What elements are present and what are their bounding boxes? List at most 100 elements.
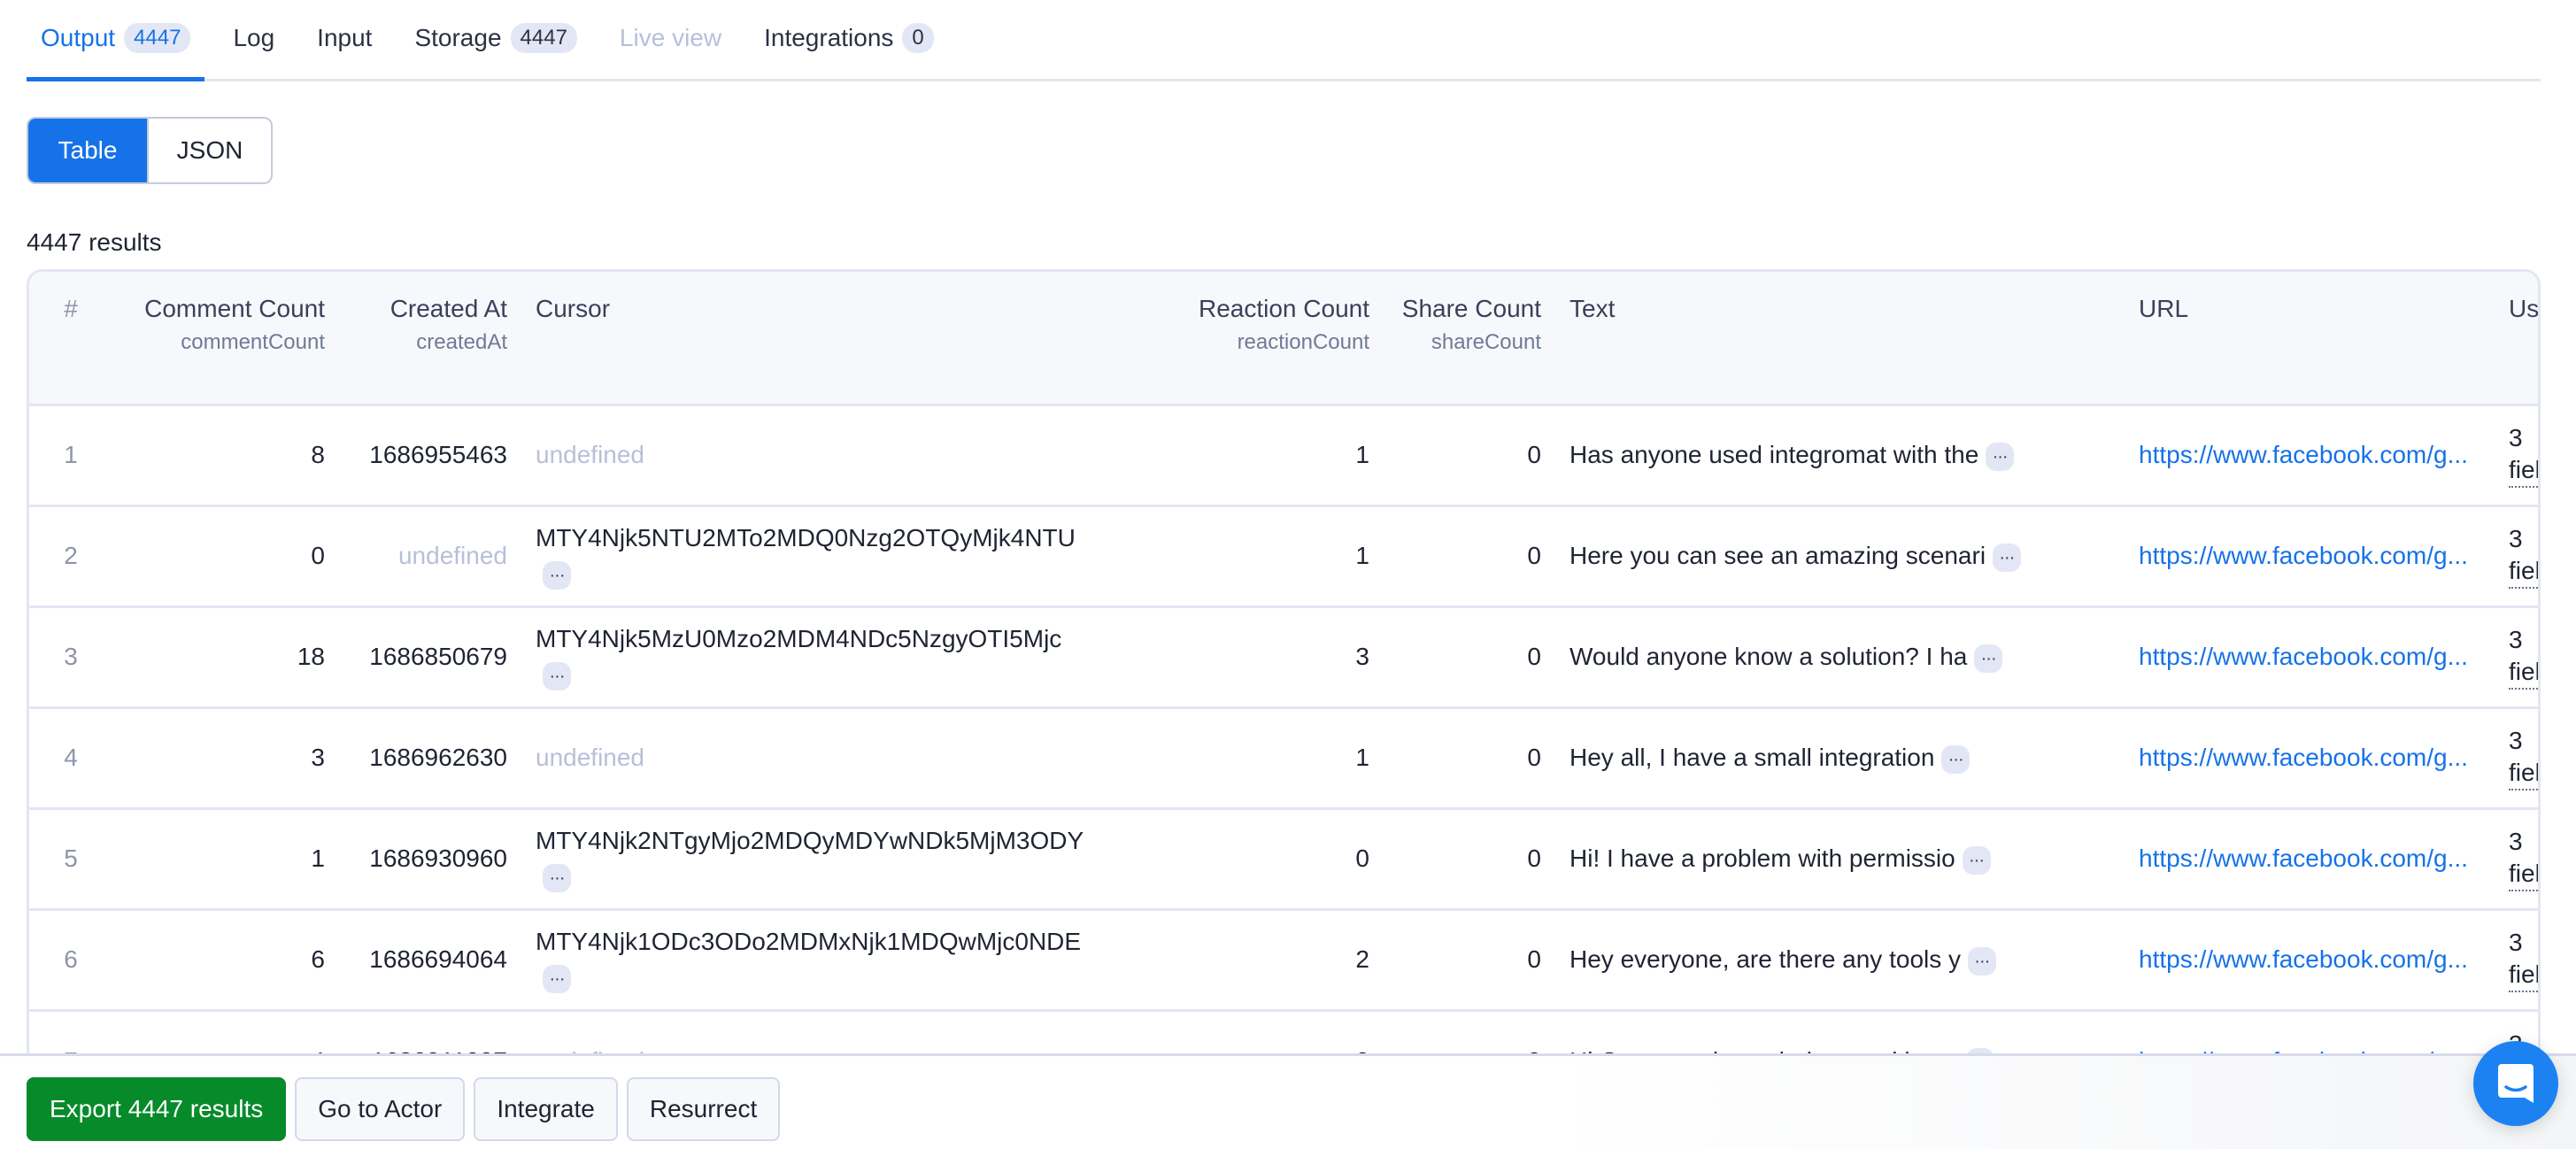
user-fields-toggle[interactable]: 3 fields bbox=[2509, 826, 2541, 891]
reaction-count-value: 3 bbox=[1355, 643, 1369, 670]
tab-badge: 4447 bbox=[124, 23, 191, 53]
column-header-text[interactable]: Text bbox=[1555, 272, 2125, 405]
url-cell: https://www.facebook.com/g... bbox=[2125, 505, 2509, 606]
user-field-count: 3 bbox=[2509, 525, 2523, 552]
comment-count-value: 1 bbox=[311, 844, 325, 872]
column-header-share-count[interactable]: Share Count shareCount bbox=[1384, 272, 1555, 405]
comment-count-cell: 3 bbox=[112, 707, 339, 808]
expand-more-button[interactable]: ··· bbox=[543, 964, 571, 993]
table-row[interactable]: 6 6 1686694064 MTY4Njk1ODc3ODo2MDMxNjk1M… bbox=[29, 909, 2541, 1010]
expand-more-button[interactable]: ··· bbox=[1941, 744, 1971, 774]
row-index-cell: 3 bbox=[29, 606, 112, 707]
user-fields-toggle[interactable]: 3 fields bbox=[2509, 422, 2538, 488]
tab-output[interactable]: Output 4447 bbox=[27, 0, 205, 81]
user-cell: 3 fields bbox=[2509, 707, 2538, 808]
column-label: URL bbox=[2139, 295, 2189, 322]
view-toggle: Table JSON bbox=[27, 117, 273, 184]
url-cell: https://www.facebook.com/g... bbox=[2125, 707, 2509, 808]
tab-label: Live view bbox=[619, 24, 722, 51]
row-index: 3 bbox=[64, 643, 78, 670]
user-fields-toggle[interactable]: 3 fields bbox=[2509, 927, 2541, 992]
comment-count-cell: 0 bbox=[112, 505, 339, 606]
reaction-count-cell: 3 bbox=[1159, 606, 1384, 707]
tab-label: Storage bbox=[414, 24, 502, 51]
comment-count-value: 6 bbox=[311, 945, 325, 973]
url-link[interactable]: https://www.facebook.com/g... bbox=[2139, 538, 2495, 574]
column-key: commentCount bbox=[181, 330, 325, 354]
user-cell: 3 fields bbox=[2509, 405, 2538, 505]
table-row[interactable]: 5 1 1686930960 MTY4Njk2NTgyMjo2MDQyMDYwN… bbox=[29, 808, 2541, 909]
user-fields-toggle[interactable]: 3 fields bbox=[2509, 523, 2538, 589]
user-field-label: fields bbox=[2509, 960, 2541, 988]
cursor-value: MTY4Njk1ODc3ODo2MDMxNjk1MDQwMjc0NDE bbox=[536, 928, 1082, 955]
tab-badge: 0 bbox=[902, 23, 934, 53]
column-label: Share Count bbox=[1401, 295, 1541, 322]
table-view-button[interactable]: Table bbox=[28, 119, 147, 182]
created-at-value: 1686694064 bbox=[369, 945, 507, 973]
text-cell: Here you can see an amazing scenari ··· bbox=[1555, 505, 2125, 606]
user-field-count: 3 bbox=[2509, 626, 2523, 653]
expand-more-button[interactable]: ··· bbox=[1967, 946, 1996, 975]
column-header-reaction-count[interactable]: Reaction Count reactionCount bbox=[1159, 272, 1384, 405]
user-fields-toggle[interactable]: 3 fields bbox=[2509, 725, 2538, 790]
user-field-label: fields bbox=[2509, 658, 2541, 685]
column-label: Cursor bbox=[536, 295, 611, 322]
column-header-url[interactable]: URL bbox=[2125, 272, 2509, 405]
reaction-count-cell: 1 bbox=[1159, 707, 1384, 808]
expand-more-button[interactable]: ··· bbox=[1962, 845, 1991, 875]
comment-count-cell: 8 bbox=[112, 405, 339, 505]
integrate-button[interactable]: Integrate bbox=[474, 1077, 618, 1141]
comment-count-value: 8 bbox=[311, 441, 325, 468]
user-fields-toggle[interactable]: 3 fields bbox=[2509, 624, 2541, 690]
text-cell: Would anyone know a solution? I ha ··· bbox=[1555, 606, 2125, 707]
chat-widget-button[interactable] bbox=[2473, 1041, 2558, 1126]
comment-count-cell: 18 bbox=[112, 606, 339, 707]
json-view-button[interactable]: JSON bbox=[147, 119, 271, 182]
row-index-cell: 5 bbox=[29, 808, 112, 909]
created-at-value: 1686962630 bbox=[369, 744, 507, 771]
expand-more-button[interactable]: ··· bbox=[543, 863, 571, 892]
share-count-value: 0 bbox=[1527, 542, 1541, 569]
cursor-cell: undefined bbox=[521, 405, 1159, 505]
reaction-count-value: 1 bbox=[1355, 744, 1369, 771]
expand-more-button[interactable]: ··· bbox=[1986, 442, 2015, 471]
tab-log[interactable]: Log bbox=[219, 0, 289, 79]
column-header-comment-count[interactable]: Comment Count commentCount bbox=[112, 272, 339, 405]
column-header-index[interactable]: # bbox=[29, 272, 112, 405]
url-link[interactable]: https://www.facebook.com/g... bbox=[2139, 942, 2495, 977]
tab-label: Output bbox=[41, 24, 116, 51]
user-field-label: fields bbox=[2509, 860, 2541, 887]
comment-count-value: 3 bbox=[311, 744, 325, 771]
expand-more-button[interactable]: ··· bbox=[1974, 644, 2003, 673]
text-value: Hey everyone, are there any tools y bbox=[1570, 945, 1962, 973]
column-header-user[interactable]: User bbox=[2509, 272, 2538, 405]
expand-more-button[interactable]: ··· bbox=[543, 661, 571, 690]
table-row[interactable]: 2 0 undefined MTY4Njk5NTU2MTo2MDQ0Nzg2OT… bbox=[29, 505, 2538, 606]
url-link[interactable]: https://www.facebook.com/g... bbox=[2139, 639, 2495, 675]
url-link[interactable]: https://www.facebook.com/g... bbox=[2139, 437, 2495, 473]
table-row[interactable]: 1 8 1686955463 undefined 1 0 Has anyone … bbox=[29, 405, 2538, 505]
table-row[interactable]: 4 3 1686962630 undefined 1 0 Hey all, I … bbox=[29, 707, 2538, 808]
url-link[interactable]: https://www.facebook.com/g... bbox=[2139, 740, 2495, 775]
expand-more-button[interactable]: ··· bbox=[1992, 543, 2021, 572]
reaction-count-value: 1 bbox=[1355, 441, 1369, 468]
share-count-cell: 0 bbox=[1384, 405, 1555, 505]
url-link[interactable]: https://www.facebook.com/g... bbox=[2139, 841, 2495, 876]
tab-integrations[interactable]: Integrations 0 bbox=[750, 0, 948, 79]
column-header-created-at[interactable]: Created At createdAt bbox=[339, 272, 521, 405]
table-row[interactable]: 3 18 1686850679 MTY4Njk5MzU0Mzo2MDM4NDc5… bbox=[29, 606, 2541, 707]
cursor-value: undefined bbox=[536, 744, 645, 771]
expand-more-button[interactable]: ··· bbox=[543, 560, 571, 590]
go-to-actor-button[interactable]: Go to Actor bbox=[295, 1077, 466, 1141]
column-header-cursor[interactable]: Cursor bbox=[521, 272, 1159, 405]
tab-storage[interactable]: Storage 4447 bbox=[400, 0, 590, 79]
tab-input[interactable]: Input bbox=[303, 0, 386, 79]
reaction-count-value: 1 bbox=[1355, 542, 1369, 569]
export-results-button[interactable]: Export 4447 results bbox=[27, 1077, 287, 1141]
cursor-cell: MTY4Njk2NTgyMjo2MDQyMDYwNDk5MjM3ODY ··· bbox=[521, 808, 1159, 909]
row-index: 1 bbox=[64, 441, 78, 468]
created-at-cell: undefined bbox=[339, 505, 521, 606]
resurrect-button[interactable]: Resurrect bbox=[626, 1077, 781, 1141]
reaction-count-cell: 0 bbox=[1159, 808, 1384, 909]
tab-badge: 4447 bbox=[510, 23, 577, 53]
